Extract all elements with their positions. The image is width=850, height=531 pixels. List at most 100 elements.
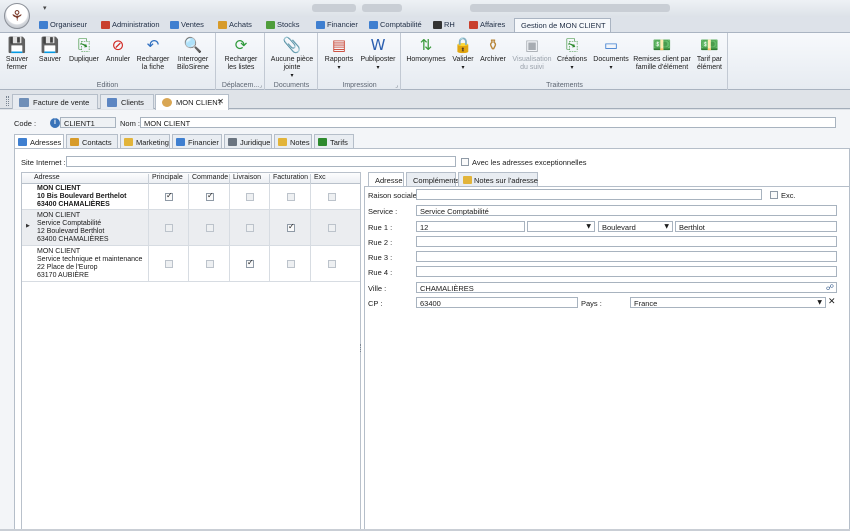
- website-field[interactable]: [66, 156, 456, 167]
- save-close-button[interactable]: 💾 Sauver fermer: [4, 35, 30, 72]
- ribbon-group-documents: 📎 Aucune pièce jointe ▾ Documents: [266, 33, 318, 90]
- exc-checkbox[interactable]: [770, 191, 778, 199]
- exceptional-addresses-checkbox[interactable]: [461, 158, 469, 166]
- ribbon-tab-achats[interactable]: Achats: [215, 18, 256, 32]
- rue1-name-field[interactable]: Berthlot: [675, 221, 837, 232]
- table-row[interactable]: MON CLIENT Service technique et maintena…: [22, 246, 360, 282]
- cp-field[interactable]: 63400: [416, 297, 578, 308]
- button-label: Archiver: [480, 56, 506, 63]
- name-field[interactable]: MON CLIENT: [140, 117, 836, 128]
- column-header-adresse[interactable]: Adresse: [31, 174, 149, 184]
- reload-lists-button[interactable]: ⟳ Recharger les listes: [221, 35, 261, 72]
- principale-checkbox[interactable]: [165, 260, 173, 268]
- info-icon[interactable]: i: [50, 118, 60, 128]
- exc-checkbox[interactable]: [328, 193, 336, 201]
- principale-checkbox[interactable]: [165, 224, 173, 232]
- dialog-launcher-icon[interactable]: ⌟: [395, 82, 398, 89]
- code-field[interactable]: CLIENT1: [60, 117, 116, 128]
- rue3-field[interactable]: [416, 251, 837, 262]
- tab-adresse[interactable]: Adresse: [368, 172, 404, 187]
- tab-juridique[interactable]: Juridique: [224, 134, 272, 148]
- commande-checkbox[interactable]: [206, 260, 214, 268]
- exc-checkbox[interactable]: [328, 260, 336, 268]
- client-person-icon: [162, 98, 172, 107]
- validate-button[interactable]: 🔒 Valider ▾: [449, 35, 477, 72]
- panel-splitter[interactable]: [358, 172, 363, 531]
- mail-merge-button[interactable]: W Publiposter ▾: [358, 35, 398, 72]
- raison-sociale-field[interactable]: [416, 189, 762, 200]
- ribbon-tab-gestion-client[interactable]: Gestion de MON CLIENT: [514, 18, 611, 32]
- tab-complements[interactable]: Compléments: [406, 172, 459, 186]
- facturation-checkbox[interactable]: [287, 222, 295, 232]
- reports-button[interactable]: ▤ Rapports ▾: [322, 35, 356, 72]
- column-header-commande[interactable]: Commande: [189, 174, 230, 184]
- price-per-item-button[interactable]: 💵 Tarif par élément: [693, 35, 726, 72]
- column-header-exc[interactable]: Exc: [311, 174, 355, 184]
- ribbon-tab-organiseur[interactable]: Organiseur: [36, 18, 91, 32]
- principale-checkbox[interactable]: [165, 191, 173, 201]
- bilosirene-query-button[interactable]: 🔍 Interroger BiloSirene: [174, 35, 212, 72]
- app-logo[interactable]: [4, 3, 30, 29]
- homonyms-button[interactable]: ⇅ Homonymes: [404, 35, 448, 64]
- duplicate-button[interactable]: ⎘ Dupliquer: [66, 35, 102, 64]
- addresses-panel: Site Internet : Avec les adresses except…: [14, 148, 850, 531]
- tab-financier[interactable]: Financier: [172, 134, 222, 148]
- ribbon-tab-label: Stocks: [277, 20, 300, 29]
- livraison-checkbox[interactable]: [246, 224, 254, 232]
- client-discounts-button[interactable]: 💵 Remises client par famille d'élément: [633, 35, 691, 72]
- doc-tab-mon-client[interactable]: MON CLIENT ✕: [155, 94, 229, 110]
- quick-access-dropdown-icon[interactable]: ▾: [43, 4, 47, 12]
- tab-contacts[interactable]: Contacts: [66, 134, 118, 148]
- tab-marketing[interactable]: Marketing: [120, 134, 170, 148]
- rue1-suffix-select[interactable]: ▼: [527, 221, 595, 232]
- rue1-type-select[interactable]: Boulevard ▼: [598, 221, 673, 232]
- clear-country-icon[interactable]: ✕: [828, 297, 836, 307]
- table-row[interactable]: MON CLIENT 10 Bis Boulevard Berthelot 63…: [22, 184, 360, 210]
- tracking-view-button[interactable]: ▣ Visualisation du suivi: [510, 35, 554, 72]
- grid-cell: [31, 184, 149, 209]
- rue2-field[interactable]: [416, 236, 837, 247]
- ribbon-tab-stocks[interactable]: Stocks: [263, 18, 304, 32]
- service-field[interactable]: Service Comptabilité: [416, 205, 837, 216]
- dialog-launcher-icon[interactable]: ⌟: [259, 82, 262, 89]
- ribbon-tab-comptabilite[interactable]: Comptabilité: [366, 18, 426, 32]
- ville-field[interactable]: CHAMALIÈRES ☍: [416, 282, 837, 293]
- tab-notes-adresse[interactable]: Notes sur l'adresse: [458, 172, 538, 186]
- livraison-checkbox[interactable]: [246, 258, 254, 268]
- doc-tab-facture-de-vente[interactable]: Facture de vente: [12, 94, 98, 109]
- column-header-principale[interactable]: Principale: [149, 174, 189, 184]
- cancel-button[interactable]: ⊘ Annuler: [103, 35, 133, 64]
- facturation-checkbox[interactable]: [287, 193, 295, 201]
- save-button[interactable]: 💾 Sauver: [36, 35, 64, 64]
- ribbon-tab-administration[interactable]: Administration: [98, 18, 164, 32]
- tab-adresses[interactable]: Adresses: [14, 134, 64, 149]
- tab-notes[interactable]: Notes: [274, 134, 312, 148]
- archive-button[interactable]: ⚱ Archiver: [478, 35, 508, 64]
- livraison-checkbox[interactable]: [246, 193, 254, 201]
- contacts-icon: [70, 138, 79, 146]
- ribbon-tab-ventes[interactable]: Ventes: [167, 18, 208, 32]
- creations-button[interactable]: ⎘ Créations ▾: [555, 35, 589, 72]
- rue4-field[interactable]: [416, 266, 837, 277]
- commande-checkbox[interactable]: [206, 191, 214, 201]
- facturation-checkbox[interactable]: [287, 260, 295, 268]
- drag-handle-icon[interactable]: [6, 96, 9, 106]
- ribbon-tab-financier[interactable]: Financier: [313, 18, 362, 32]
- documents-button[interactable]: ▭ Documents ▾: [591, 35, 631, 72]
- tab-tarifs[interactable]: Tarifs: [314, 134, 354, 148]
- exc-checkbox[interactable]: [328, 224, 336, 232]
- service-label: Service :: [368, 207, 398, 216]
- rue1-number-field[interactable]: 12: [416, 221, 525, 232]
- reload-record-button[interactable]: ↶ Recharger la fiche: [135, 35, 171, 72]
- table-row[interactable]: ▶ MON CLIENT Service Comptabilité 12 Bou…: [22, 210, 360, 246]
- doc-tab-clients[interactable]: Clients: [100, 94, 154, 109]
- ribbon-tab-rh[interactable]: RH: [430, 18, 459, 32]
- city-search-icon[interactable]: ☍: [826, 283, 834, 292]
- column-header-livraison[interactable]: Livraison: [230, 174, 270, 184]
- column-header-facturation[interactable]: Facturation: [270, 174, 311, 184]
- country-select[interactable]: France ▼: [630, 297, 826, 308]
- close-icon[interactable]: ✕: [217, 97, 224, 106]
- ribbon-tab-affaires[interactable]: Affaires: [466, 18, 509, 32]
- attachments-button[interactable]: 📎 Aucune pièce jointe ▾: [269, 35, 315, 80]
- commande-checkbox[interactable]: [206, 224, 214, 232]
